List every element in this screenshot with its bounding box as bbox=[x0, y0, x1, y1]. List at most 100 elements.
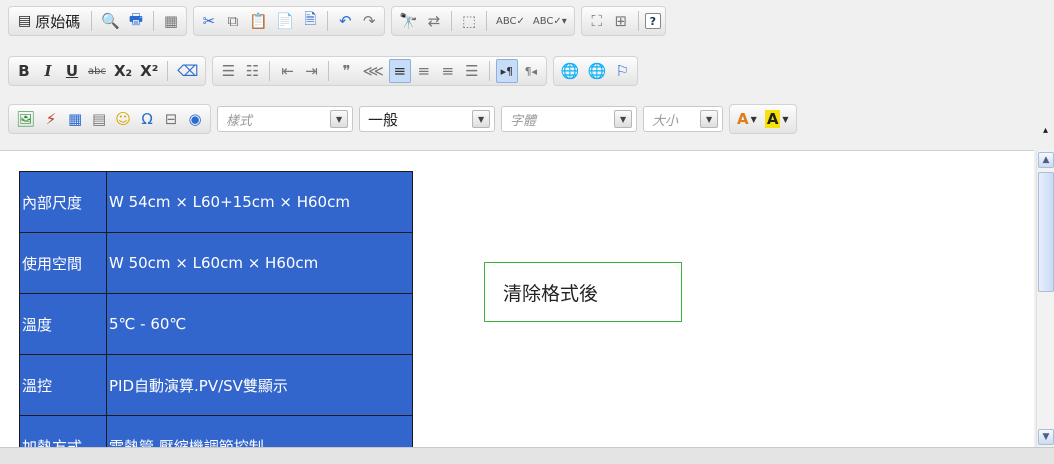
scroll-up-icon[interactable]: ▲ bbox=[1038, 152, 1054, 168]
table-cell-key: 溫控 bbox=[19, 354, 107, 416]
insert-group: 🖼 ⚡ ▦ ▤ ☺ Ω ⊟ ◉ bbox=[8, 104, 212, 134]
preview-icon[interactable]: 🔍 bbox=[98, 9, 123, 33]
anchor-flag-icon[interactable]: ⚐ bbox=[611, 59, 633, 83]
font-combo[interactable]: 字體 ▼ bbox=[501, 106, 638, 132]
outdent-icon[interactable]: ⇤ bbox=[276, 59, 298, 83]
bg-color-button[interactable]: A ▼ bbox=[762, 107, 792, 131]
size-combo[interactable]: 大小 ▼ bbox=[643, 106, 724, 132]
editor-toolbar: ▤ 原始碼 🔍 🖶 ▦ ✂ ⧉ 📋 📄 🗎 ↶ ↷ 🔭 ⇄ ⬚ ABC✓ ABC… bbox=[0, 0, 1054, 150]
links-group: 🌐 🌐 ⚐ bbox=[552, 56, 639, 86]
text-direction-ltr-icon[interactable]: ▸¶ bbox=[495, 59, 518, 83]
source-button[interactable]: ▤ 原始碼 bbox=[13, 9, 85, 33]
superscript-button[interactable]: X² bbox=[137, 59, 161, 83]
scroll-down-icon[interactable]: ▼ bbox=[1038, 429, 1054, 445]
redo-icon[interactable]: ↷ bbox=[358, 9, 380, 33]
align-justify-icon[interactable]: ☰ bbox=[461, 59, 483, 83]
link-icon[interactable]: 🌐 bbox=[558, 59, 583, 83]
print-icon[interactable]: 🖶 bbox=[125, 9, 147, 33]
chevron-down-icon[interactable]: ▼ bbox=[614, 110, 633, 128]
table-row: 溫控 PID自動演算.PV/SV雙顯示 bbox=[19, 354, 413, 416]
table-cell-value: 5℃ - 60℃ bbox=[106, 293, 413, 355]
italic-button[interactable]: I bbox=[37, 59, 59, 83]
help-icon[interactable]: ? bbox=[644, 13, 661, 29]
table-row: 溫度 5℃ - 60℃ bbox=[19, 293, 413, 355]
horizontal-rule-icon[interactable]: ▤ bbox=[88, 107, 110, 131]
styles-combo-label: 樣式 bbox=[226, 113, 253, 129]
toolbar-row-2: B I U abc X₂ X² ⌫ ☰ ☷ ⇤ ⇥ ❞ ⋘ ≡ ≡ ≡ ☰ ▸¶… bbox=[8, 54, 639, 88]
underline-button[interactable]: U bbox=[61, 59, 83, 83]
image-icon[interactable]: 🖼 bbox=[13, 107, 38, 131]
indent-icon[interactable]: ⇥ bbox=[300, 59, 322, 83]
vertical-scrollbar[interactable]: ▲ ▼ bbox=[1036, 150, 1054, 447]
separator bbox=[91, 11, 93, 31]
strike-button[interactable]: abc bbox=[85, 59, 109, 83]
paste-text-icon[interactable]: 📄 bbox=[273, 9, 298, 33]
bold-button[interactable]: B bbox=[13, 59, 35, 83]
spec-table: 內部尺度 W 54cm × L60+15cm × H60cm 使用空間 W 50cm … bbox=[19, 171, 413, 448]
separator bbox=[328, 61, 330, 81]
colors-group: A ▼ A ▼ bbox=[729, 104, 797, 134]
page-break-icon[interactable]: ⊟ bbox=[160, 107, 182, 131]
subscript-button[interactable]: X₂ bbox=[111, 59, 135, 83]
chevron-down-icon[interactable]: ▼ bbox=[330, 110, 349, 128]
table-cell-key: 加熱方式 bbox=[19, 415, 107, 448]
tools-group: ⛶ ⊞ ? bbox=[580, 6, 666, 36]
text-color-button[interactable]: A ▼ bbox=[734, 107, 760, 131]
note-box: 清除格式後 bbox=[484, 262, 682, 322]
chevron-down-icon[interactable]: ▼ bbox=[700, 110, 719, 128]
table-cell-value: W 54cm × L60+15cm × H60cm bbox=[106, 171, 413, 233]
chevron-down-icon: ▼ bbox=[782, 114, 789, 124]
paragraph-group: ☰ ☷ ⇤ ⇥ ❞ ⋘ ≡ ≡ ≡ ☰ ▸¶ ¶◂ bbox=[212, 56, 547, 86]
spellcheck-icon[interactable]: ABC✓ bbox=[493, 9, 528, 33]
blockquote-icon[interactable]: ❞ bbox=[335, 59, 357, 83]
collapse-toolbar-icon[interactable]: ▴ bbox=[1043, 125, 1048, 136]
align-left-icon[interactable]: ≡ bbox=[388, 59, 411, 83]
smiley-icon[interactable]: ☺ bbox=[112, 107, 134, 131]
align-center-icon[interactable]: ≡ bbox=[413, 59, 435, 83]
flash-icon[interactable]: ⚡ bbox=[40, 107, 62, 131]
unlink-icon[interactable]: 🌐 bbox=[585, 59, 610, 83]
editor-content-area[interactable]: 內部尺度 W 54cm × L60+15cm × H60cm 使用空間 W 50cm … bbox=[0, 150, 1034, 448]
spellcheck-dropdown-icon[interactable]: ABC✓▾ bbox=[530, 9, 570, 33]
paste-word-icon[interactable]: 🗎 bbox=[299, 9, 321, 33]
iframe-globe-icon[interactable]: ◉ bbox=[184, 107, 206, 131]
replace-icon[interactable]: ⇄ bbox=[423, 9, 445, 33]
select-all-icon[interactable]: ⬚ bbox=[458, 9, 480, 33]
toolbar-row-1: ▤ 原始碼 🔍 🖶 ▦ ✂ ⧉ 📋 📄 🗎 ↶ ↷ 🔭 ⇄ ⬚ ABC✓ ABC… bbox=[8, 4, 666, 38]
clipboard-group: ✂ ⧉ 📋 📄 🗎 ↶ ↷ bbox=[192, 6, 386, 36]
bg-color-label: A bbox=[764, 110, 781, 128]
font-combo-label: 字體 bbox=[510, 113, 537, 129]
styles-combo[interactable]: 樣式 ▼ bbox=[217, 106, 354, 132]
show-blocks-icon[interactable]: ⊞ bbox=[610, 9, 632, 33]
format-combo[interactable]: 一般 ▼ bbox=[359, 106, 496, 132]
separator bbox=[327, 11, 329, 31]
numbered-list-icon[interactable]: ☰ bbox=[217, 59, 239, 83]
copy-icon[interactable]: ⧉ bbox=[222, 9, 244, 33]
editing-group: 🔭 ⇄ ⬚ ABC✓ ABC✓▾ bbox=[391, 6, 575, 36]
scroll-thumb[interactable] bbox=[1038, 172, 1054, 292]
remove-format-icon[interactable]: ⌫ bbox=[174, 59, 201, 83]
source-icon: ▤ bbox=[18, 13, 32, 29]
chevron-down-icon: ▼ bbox=[750, 114, 757, 124]
separator bbox=[451, 11, 452, 31]
align-right-icon[interactable]: ≡ bbox=[437, 59, 459, 83]
separator bbox=[486, 11, 487, 31]
bulleted-list-icon[interactable]: ☷ bbox=[241, 59, 263, 83]
maximize-icon[interactable]: ⛶ bbox=[586, 9, 608, 33]
undo-icon[interactable]: ↶ bbox=[334, 9, 356, 33]
special-char-icon[interactable]: Ω bbox=[136, 107, 158, 131]
table-cell-value: 電熱管.壓縮機調節控制 bbox=[106, 415, 413, 448]
table-cell-key: 溫度 bbox=[19, 293, 107, 355]
format-combo-label: 一般 bbox=[368, 110, 399, 129]
separator bbox=[167, 61, 169, 81]
cut-icon[interactable]: ✂ bbox=[198, 9, 220, 33]
chevron-down-icon[interactable]: ▼ bbox=[472, 110, 491, 128]
table-cell-key: 使用空間 bbox=[19, 232, 107, 294]
templates-icon[interactable]: ▦ bbox=[160, 9, 182, 33]
find-icon[interactable]: 🔭 bbox=[396, 9, 421, 33]
create-div-icon[interactable]: ⋘ bbox=[359, 59, 386, 83]
text-direction-rtl-icon[interactable]: ¶◂ bbox=[520, 59, 542, 83]
table-icon[interactable]: ▦ bbox=[64, 107, 86, 131]
table-cell-key: 內部尺度 bbox=[19, 171, 107, 233]
paste-icon[interactable]: 📋 bbox=[246, 9, 271, 33]
